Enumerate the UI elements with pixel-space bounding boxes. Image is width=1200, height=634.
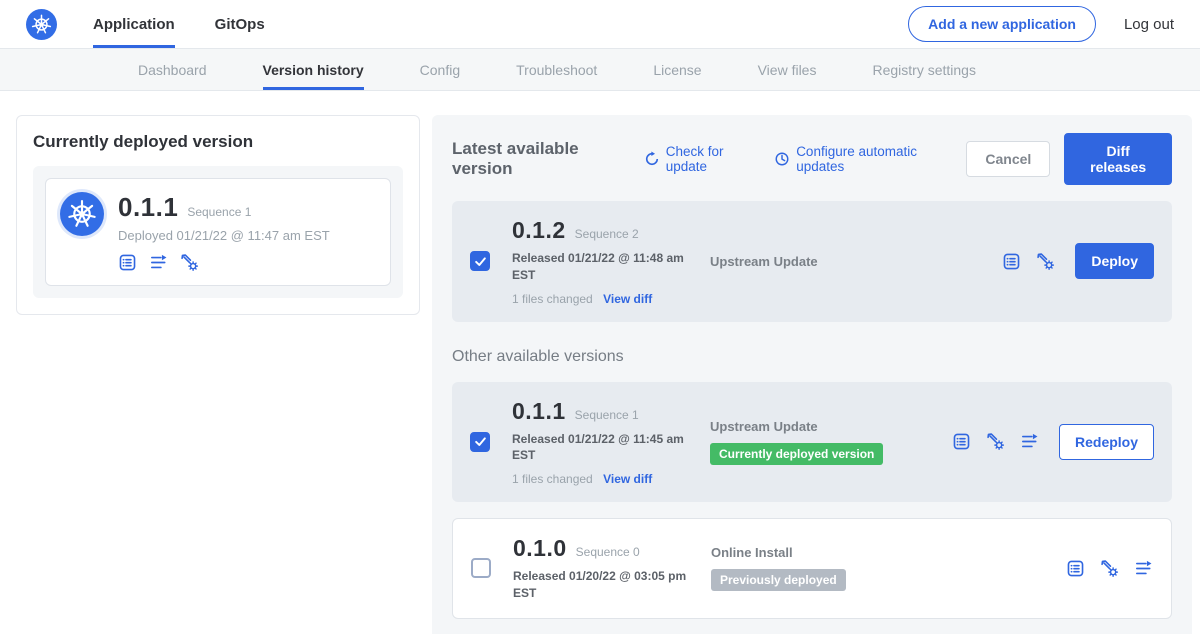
diff-icon[interactable] xyxy=(1020,432,1039,451)
released-timestamp: Released 01/21/22 @ 11:45 am EST xyxy=(512,431,694,465)
currently-deployed-box: 0.1.1 Sequence 1 Deployed 01/21/22 @ 11:… xyxy=(33,166,403,298)
check-for-update-link[interactable]: Check for update xyxy=(644,144,754,174)
sequence-label: Sequence 0 xyxy=(576,545,640,559)
refresh-icon xyxy=(644,151,660,167)
subnav-item-troubleshoot[interactable]: Troubleshoot xyxy=(516,49,597,90)
tab-gitops-label: GitOps xyxy=(215,16,265,33)
logout-link[interactable]: Log out xyxy=(1124,16,1174,33)
sub-nav: Dashboard Version history Config Trouble… xyxy=(0,49,1200,91)
deployed-actions xyxy=(118,253,330,272)
check-for-update-label: Check for update xyxy=(666,144,754,174)
app-logo-badge xyxy=(60,192,104,236)
diff-icon[interactable] xyxy=(149,253,168,272)
version-source: Upstream Update Currently deployed versi… xyxy=(710,419,952,465)
currently-deployed-badge: Currently deployed version xyxy=(710,443,883,465)
subnav-item-dashboard[interactable]: Dashboard xyxy=(138,49,207,90)
deployed-version-line: 0.1.1 Sequence 1 xyxy=(118,192,330,223)
view-diff-link[interactable]: View diff xyxy=(603,472,652,486)
released-timestamp: Released 01/20/22 @ 03:05 pm EST xyxy=(513,568,695,602)
release-notes-icon[interactable] xyxy=(952,432,971,451)
version-number: 0.1.0 xyxy=(513,535,567,562)
diff-icon[interactable] xyxy=(1134,559,1153,578)
check-icon xyxy=(473,254,488,269)
version-row-0-1-2: 0.1.2 Sequence 2 Released 01/21/22 @ 11:… xyxy=(452,201,1172,322)
release-notes-icon[interactable] xyxy=(1066,559,1085,578)
source-label: Upstream Update xyxy=(710,254,952,269)
app-logo[interactable] xyxy=(26,9,57,40)
redeploy-button[interactable]: Redeploy xyxy=(1059,424,1154,460)
version-info: 0.1.0 Sequence 0 Released 01/20/22 @ 03:… xyxy=(513,535,711,602)
latest-version-title: Latest available version xyxy=(452,139,622,179)
config-icon[interactable] xyxy=(986,432,1005,451)
version-info: 0.1.1 Sequence 1 Released 01/21/22 @ 11:… xyxy=(512,398,710,487)
version-number: 0.1.2 xyxy=(512,217,566,244)
add-application-button[interactable]: Add a new application xyxy=(908,6,1096,42)
sequence-label: Sequence 2 xyxy=(575,227,639,241)
version-checkbox[interactable] xyxy=(470,432,490,452)
version-actions: Deploy xyxy=(1002,243,1154,279)
configure-updates-label: Configure automatic updates xyxy=(796,144,946,174)
deployed-timestamp: Deployed 01/21/22 @ 11:47 am EST xyxy=(118,228,330,243)
top-nav-right: Add a new application Log out xyxy=(908,6,1174,42)
version-row-0-1-1: 0.1.1 Sequence 1 Released 01/21/22 @ 11:… xyxy=(452,382,1172,503)
top-nav: Application GitOps Add a new application… xyxy=(0,0,1200,49)
other-versions-title: Other available versions xyxy=(452,348,1172,366)
subnav-item-license[interactable]: License xyxy=(653,49,701,90)
config-icon[interactable] xyxy=(180,253,199,272)
released-timestamp: Released 01/21/22 @ 11:48 am EST xyxy=(512,250,694,284)
clock-icon xyxy=(774,151,790,167)
previously-deployed-badge: Previously deployed xyxy=(711,569,846,591)
currently-deployed-panel: Currently deployed version 0.1.1 Sequenc… xyxy=(16,115,420,315)
tab-application[interactable]: Application xyxy=(93,0,175,48)
source-label: Upstream Update xyxy=(710,419,952,434)
subnav-item-version-history[interactable]: Version history xyxy=(263,49,364,90)
top-nav-tabs: Application GitOps xyxy=(93,0,265,48)
configure-updates-link[interactable]: Configure automatic updates xyxy=(774,144,946,174)
subnav-item-config[interactable]: Config xyxy=(420,49,460,90)
files-changed-label: 1 files changed xyxy=(512,292,593,306)
sequence-label: Sequence 1 xyxy=(575,408,639,422)
main-content: Currently deployed version 0.1.1 Sequenc… xyxy=(0,91,1200,634)
config-icon[interactable] xyxy=(1100,559,1119,578)
subnav-item-view-files[interactable]: View files xyxy=(758,49,817,90)
version-source: Online Install Previously deployed xyxy=(711,545,953,591)
subnav-item-registry-settings[interactable]: Registry settings xyxy=(872,49,975,90)
version-number: 0.1.1 xyxy=(512,398,566,425)
source-label: Online Install xyxy=(711,545,953,560)
deploy-button[interactable]: Deploy xyxy=(1075,243,1154,279)
helm-wheel-icon xyxy=(31,14,52,35)
deployed-version-info: 0.1.1 Sequence 1 Deployed 01/21/22 @ 11:… xyxy=(118,192,330,272)
deployed-sequence-label: Sequence 1 xyxy=(187,205,251,219)
version-actions: Redeploy xyxy=(952,424,1154,460)
files-changed-label: 1 files changed xyxy=(512,472,593,486)
check-icon xyxy=(473,434,488,449)
tab-application-label: Application xyxy=(93,16,175,33)
tab-gitops[interactable]: GitOps xyxy=(215,0,265,48)
config-icon[interactable] xyxy=(1036,252,1055,271)
cancel-button[interactable]: Cancel xyxy=(966,141,1050,177)
versions-panel: Latest available version Check for updat… xyxy=(432,115,1192,634)
version-actions xyxy=(1066,559,1153,578)
version-info: 0.1.2 Sequence 2 Released 01/21/22 @ 11:… xyxy=(512,217,710,306)
release-notes-icon[interactable] xyxy=(1002,252,1021,271)
release-notes-icon[interactable] xyxy=(118,253,137,272)
view-diff-link[interactable]: View diff xyxy=(603,292,652,306)
diff-releases-button[interactable]: Diff releases xyxy=(1064,133,1172,185)
version-checkbox[interactable] xyxy=(471,558,491,578)
version-checkbox[interactable] xyxy=(470,251,490,271)
versions-panel-header: Latest available version Check for updat… xyxy=(452,133,1172,185)
kots-admin-console: Application GitOps Add a new application… xyxy=(0,0,1200,634)
version-row-0-1-0: 0.1.0 Sequence 0 Released 01/20/22 @ 03:… xyxy=(452,518,1172,619)
deployed-version-card: 0.1.1 Sequence 1 Deployed 01/21/22 @ 11:… xyxy=(45,178,391,286)
currently-deployed-title: Currently deployed version xyxy=(33,132,403,152)
helm-wheel-icon xyxy=(67,199,97,229)
deployed-version-number: 0.1.1 xyxy=(118,192,178,223)
version-source: Upstream Update xyxy=(710,254,952,269)
